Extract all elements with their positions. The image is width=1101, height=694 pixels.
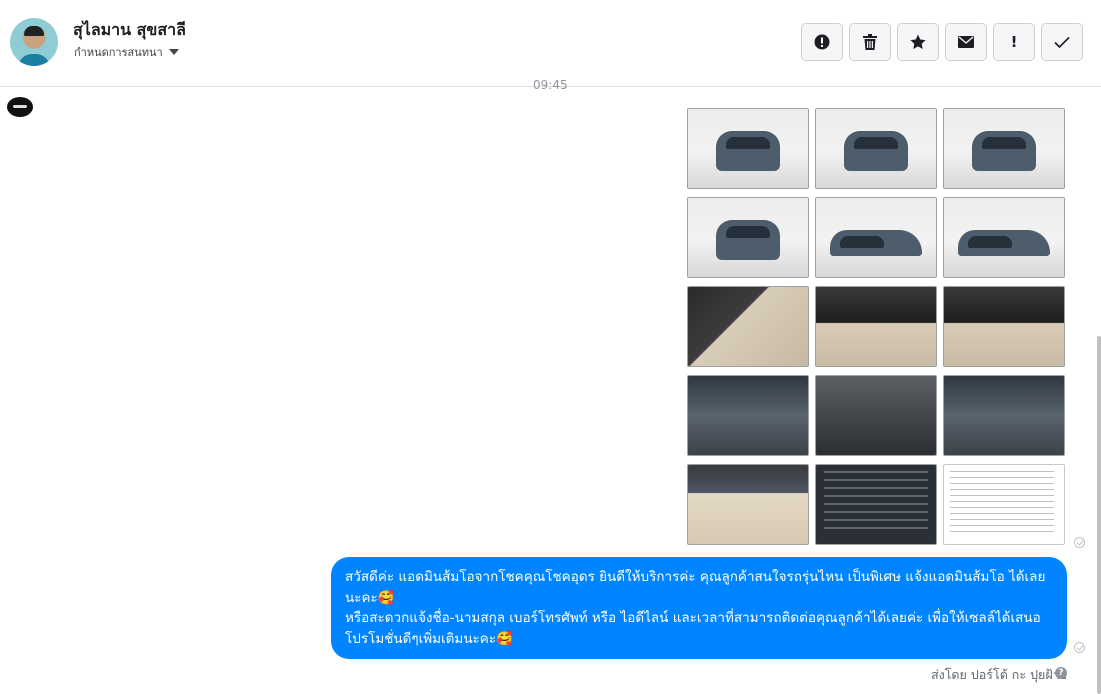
- message-line: หรือสะดวกแจ้งชื่อ-นามสกุล เบอร์โทรศัพท์ …: [345, 610, 1041, 647]
- follow-up-button[interactable]: !: [993, 23, 1035, 61]
- attachment-car-side[interactable]: [815, 197, 937, 278]
- attachment-car-rear-angle[interactable]: [943, 108, 1065, 189]
- mark-done-button[interactable]: [1041, 23, 1083, 61]
- attachment-engine-closeup[interactable]: [943, 375, 1065, 456]
- attachment-center-console[interactable]: [815, 375, 937, 456]
- attachment-grid: [687, 108, 1065, 545]
- read-receipt-icon: [1074, 537, 1085, 548]
- attachment-rear-seat[interactable]: [687, 464, 809, 545]
- message-bubble[interactable]: สวัสดีค่ะ แอดมินส้มโอจากโชคคุณโชคอุดร ยิ…: [331, 557, 1067, 659]
- read-receipt-icon: [1074, 642, 1085, 653]
- scrollbar[interactable]: [1097, 336, 1101, 694]
- assign-conversation-dropdown[interactable]: กำหนดการสนทนา: [74, 43, 179, 61]
- exclamation-icon: !: [1010, 33, 1018, 51]
- attachment-gear-shift[interactable]: [943, 286, 1065, 367]
- delete-button[interactable]: [849, 23, 891, 61]
- attachment-post-screenshot[interactable]: [943, 464, 1065, 545]
- help-icon[interactable]: ?: [1055, 667, 1067, 679]
- checkmark-icon: [1054, 36, 1070, 48]
- message-timestamp: 09:45: [533, 78, 568, 92]
- attachment-car-side[interactable]: [943, 197, 1065, 278]
- conversation-header: สุไลมาน สุขสาลี กำหนดการสนทนา !: [0, 0, 1101, 87]
- attachment-car-front-angle[interactable]: [815, 108, 937, 189]
- alert-circle-icon: [814, 34, 830, 50]
- star-button[interactable]: [897, 23, 939, 61]
- conversation-toolbar: !: [801, 23, 1083, 61]
- contact-avatar[interactable]: [10, 18, 58, 66]
- star-icon: [910, 34, 926, 49]
- contact-name[interactable]: สุไลมาน สุขสาลี: [73, 18, 186, 43]
- assign-label: กำหนดการสนทนา: [74, 46, 163, 59]
- attachment-door-interior[interactable]: [687, 286, 809, 367]
- mark-unread-button[interactable]: [945, 23, 987, 61]
- message-line: สวัสดีค่ะ แอดมินส้มโอจากโชคคุณโชคอุดร ยิ…: [345, 569, 1046, 606]
- attachment-car-front[interactable]: [687, 108, 809, 189]
- trash-icon: [863, 34, 877, 50]
- attachment-dashboard-interior[interactable]: [815, 286, 937, 367]
- sent-by-label: ส่งโดย ปอร์โต้ กะ ปุยฝ้าย: [930, 667, 1067, 682]
- attachment-engine-bay[interactable]: [687, 375, 809, 456]
- attachment-spec-screenshot[interactable]: [815, 464, 937, 545]
- envelope-icon: [958, 36, 974, 48]
- page-avatar: [7, 97, 33, 117]
- attachment-car-rear[interactable]: [687, 197, 809, 278]
- mark-spam-button[interactable]: [801, 23, 843, 61]
- chevron-down-icon: [168, 49, 179, 55]
